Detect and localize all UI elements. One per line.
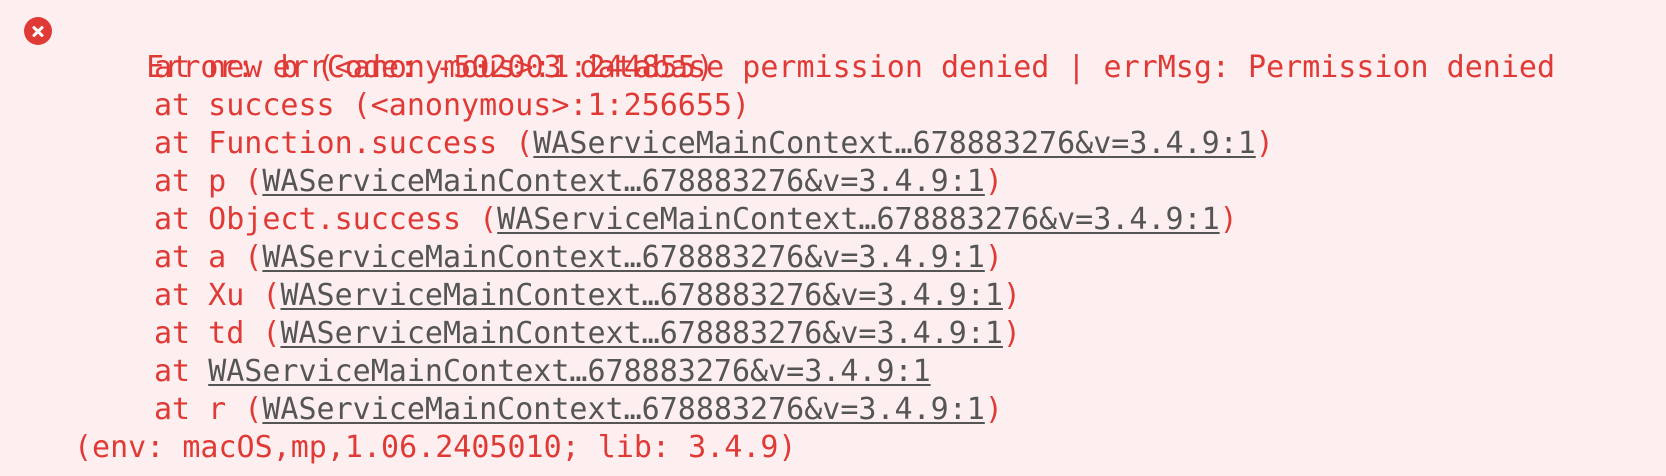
stack-frame-text: at a ( [154, 240, 263, 275]
stack-frame-closing-paren: ) [984, 392, 1003, 427]
stack-frame-closing-paren: ) [1255, 126, 1274, 161]
stack-frame-text: at td ( [154, 316, 281, 351]
stack-trace: at new b (<anonymous>:1:244855) at succes… [0, 49, 1666, 429]
stack-frame-closing-paren: ) [1002, 278, 1021, 313]
stack-frame: at r (WAServiceMainContext…678883276&v=3… [0, 391, 1666, 429]
stack-frame-text: at success (<anonymous>:1:256655) [154, 88, 751, 123]
stack-frame-text: at [154, 354, 209, 389]
stack-frame: at p (WAServiceMainContext…678883276&v=3… [0, 163, 1666, 201]
stack-frame-text: at r ( [154, 392, 263, 427]
source-link[interactable]: WAServiceMainContext…678883276&v=3.4.9:1 [262, 240, 984, 275]
source-link[interactable]: WAServiceMainContext…678883276&v=3.4.9:1 [497, 202, 1219, 237]
stack-frame-text: at Xu ( [154, 278, 281, 313]
stack-frame-text: at Function.success ( [154, 126, 534, 161]
stack-frame: at success (<anonymous>:1:256655) [0, 87, 1666, 125]
env-info: (env: macOS,mp,1.06.2405010; lib: 3.4.9) [74, 430, 797, 465]
stack-frame: at a (WAServiceMainContext…678883276&v=3… [0, 239, 1666, 277]
error-header: Error: errCode: -502003 database permiss… [0, 11, 1666, 85]
source-link[interactable]: WAServiceMainContext…678883276&v=3.4.9:1 [533, 126, 1255, 161]
stack-frame: at Xu (WAServiceMainContext…678883276&v=… [0, 277, 1666, 315]
stack-frame: at td (WAServiceMainContext…678883276&v=… [0, 315, 1666, 353]
error-circle-x-icon [24, 17, 52, 45]
stack-frame: at WAServiceMainContext…678883276&v=3.4.… [0, 353, 1666, 391]
stack-frame-text: at p ( [154, 164, 263, 199]
source-link[interactable]: WAServiceMainContext…678883276&v=3.4.9:1 [280, 278, 1002, 313]
console-error-message: Error: errCode: -502003 database permiss… [0, 0, 1666, 476]
source-link[interactable]: WAServiceMainContext…678883276&v=3.4.9:1 [208, 354, 930, 389]
stack-frame: at Function.success (WAServiceMainContex… [0, 125, 1666, 163]
stack-frame-text: at Object.success ( [154, 202, 498, 237]
error-message: Error: errCode: -502003 database permiss… [146, 50, 1556, 85]
stack-frame-closing-paren: ) [1219, 202, 1238, 237]
stack-frame-closing-paren: ) [984, 164, 1003, 199]
stack-frame: at Object.success (WAServiceMainContext…… [0, 201, 1666, 239]
source-link[interactable]: WAServiceMainContext…678883276&v=3.4.9:1 [262, 392, 984, 427]
stack-frame-closing-paren: ) [984, 240, 1003, 275]
stack-frame-closing-paren: ) [1002, 316, 1021, 351]
source-link[interactable]: WAServiceMainContext…678883276&v=3.4.9:1 [280, 316, 1002, 351]
source-link[interactable]: WAServiceMainContext…678883276&v=3.4.9:1 [262, 164, 984, 199]
